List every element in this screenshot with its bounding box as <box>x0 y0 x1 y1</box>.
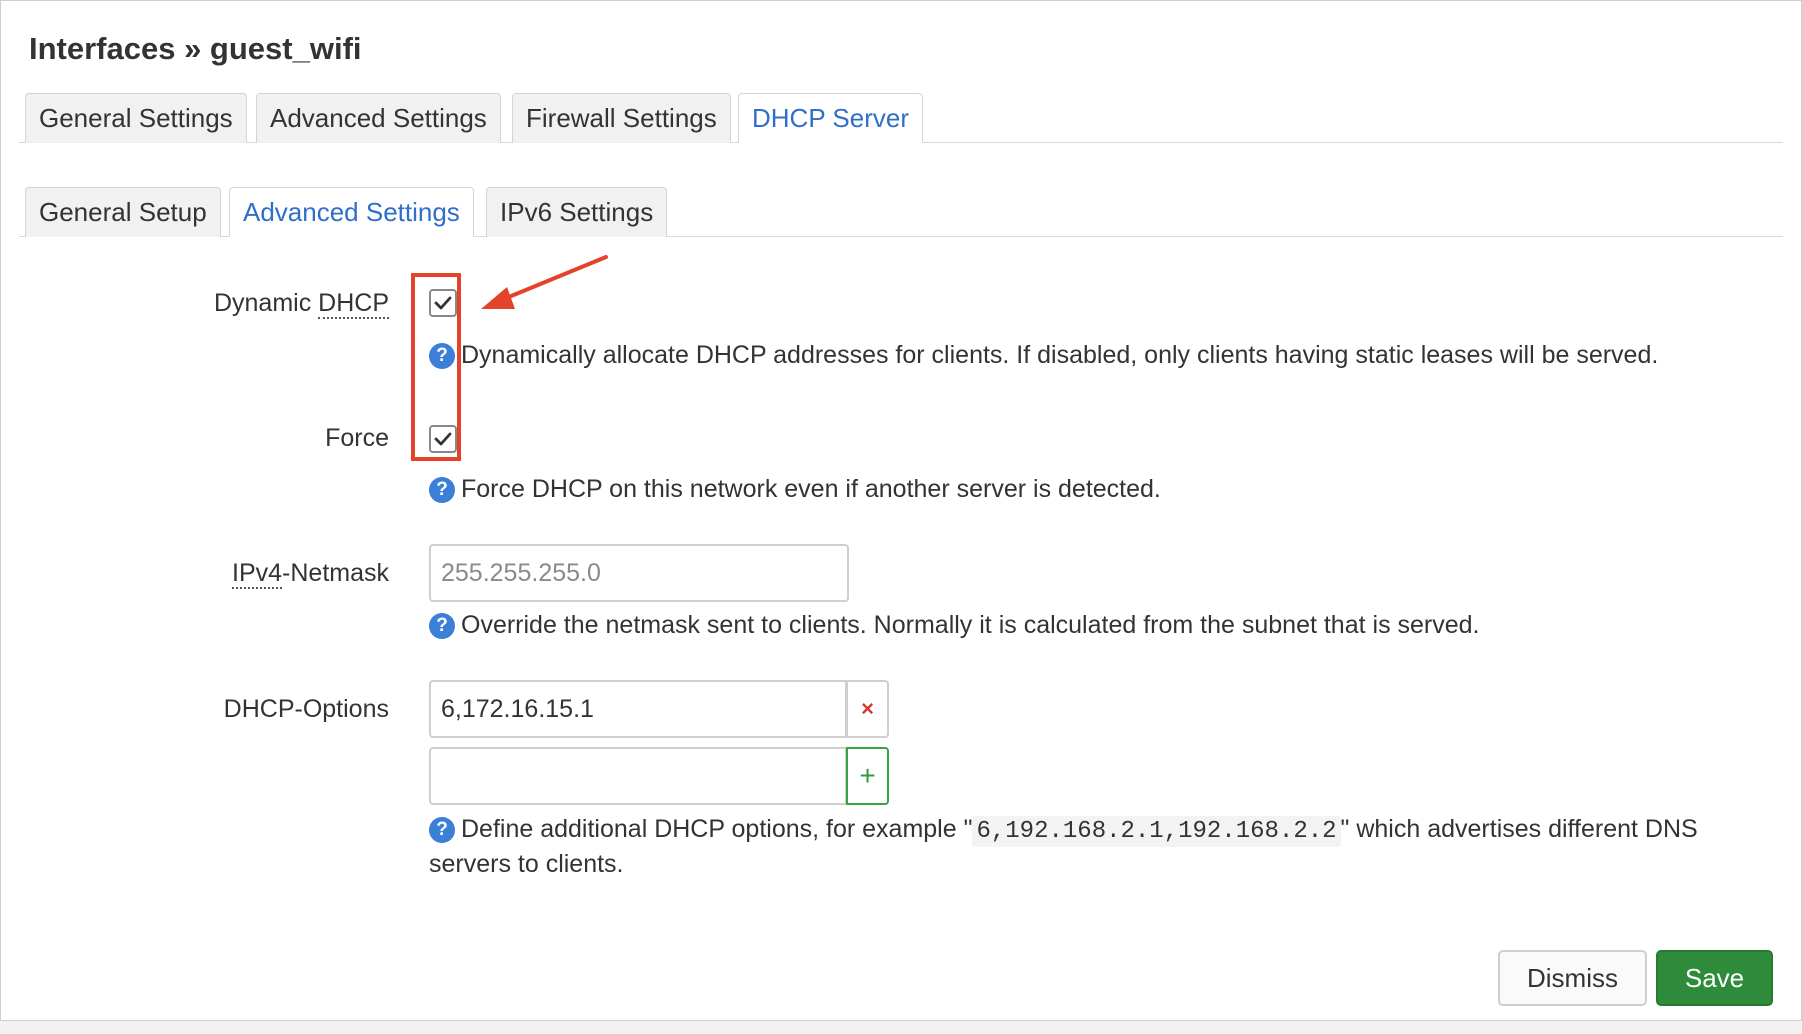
add-option-button[interactable]: + <box>846 747 889 805</box>
plus-icon: + <box>859 760 876 791</box>
dynamic-dhcp-help: ? Dynamically allocate DHCP addresses for… <box>429 341 1658 370</box>
netmask-label: IPv4-Netmask <box>232 559 389 589</box>
dhcp-options-help: ? Define additional DHCP options, for exa… <box>429 815 1698 878</box>
annotation-highlight-box <box>411 273 461 461</box>
subtab-general-setup[interactable]: General Setup <box>25 187 221 237</box>
tab-general-settings[interactable]: General Settings <box>25 93 247 143</box>
help-icon: ? <box>429 477 455 503</box>
interface-modal: Interfaces » guest_wifi General Settings… <box>0 0 1802 1034</box>
save-button[interactable]: Save <box>1656 950 1773 1006</box>
help-icon: ? <box>429 613 455 639</box>
close-icon: × <box>861 696 874 721</box>
dynamic-dhcp-label: Dynamic DHCP <box>213 289 389 319</box>
main-tabbar: General Settings Advanced Settings Firew… <box>19 93 1783 143</box>
tab-dhcp-server[interactable]: DHCP Server <box>738 93 924 143</box>
netmask-help: ? Override the netmask sent to clients. N… <box>429 611 1480 640</box>
page-title: Interfaces » guest_wifi <box>29 31 362 66</box>
sub-tabbar: General Setup Advanced Settings IPv6 Set… <box>19 187 1783 237</box>
netmask-input[interactable]: 255.255.255.0 <box>429 544 849 602</box>
remove-option-button[interactable]: × <box>846 680 889 738</box>
dhcp-option-input[interactable]: 6,172.16.15.1 <box>429 680 847 738</box>
subtab-advanced-settings[interactable]: Advanced Settings <box>229 187 474 237</box>
new-dhcp-option-input[interactable] <box>429 747 847 805</box>
tab-advanced-settings[interactable]: Advanced Settings <box>256 93 501 143</box>
subtab-ipv6-settings[interactable]: IPv6 Settings <box>486 187 668 237</box>
dhcp-options-label: DHCP-Options <box>223 695 389 723</box>
dismiss-button[interactable]: Dismiss <box>1498 950 1647 1006</box>
tab-firewall-settings[interactable]: Firewall Settings <box>512 93 731 143</box>
help-icon: ? <box>429 817 455 843</box>
force-help: ? Force DHCP on this network even if anot… <box>429 475 1161 504</box>
example-code: 6,192.168.2.1,192.168.2.2 <box>972 816 1341 847</box>
force-label: Force <box>325 424 389 452</box>
background-strip <box>0 1020 1802 1034</box>
annotation-arrow-icon <box>481 255 608 309</box>
